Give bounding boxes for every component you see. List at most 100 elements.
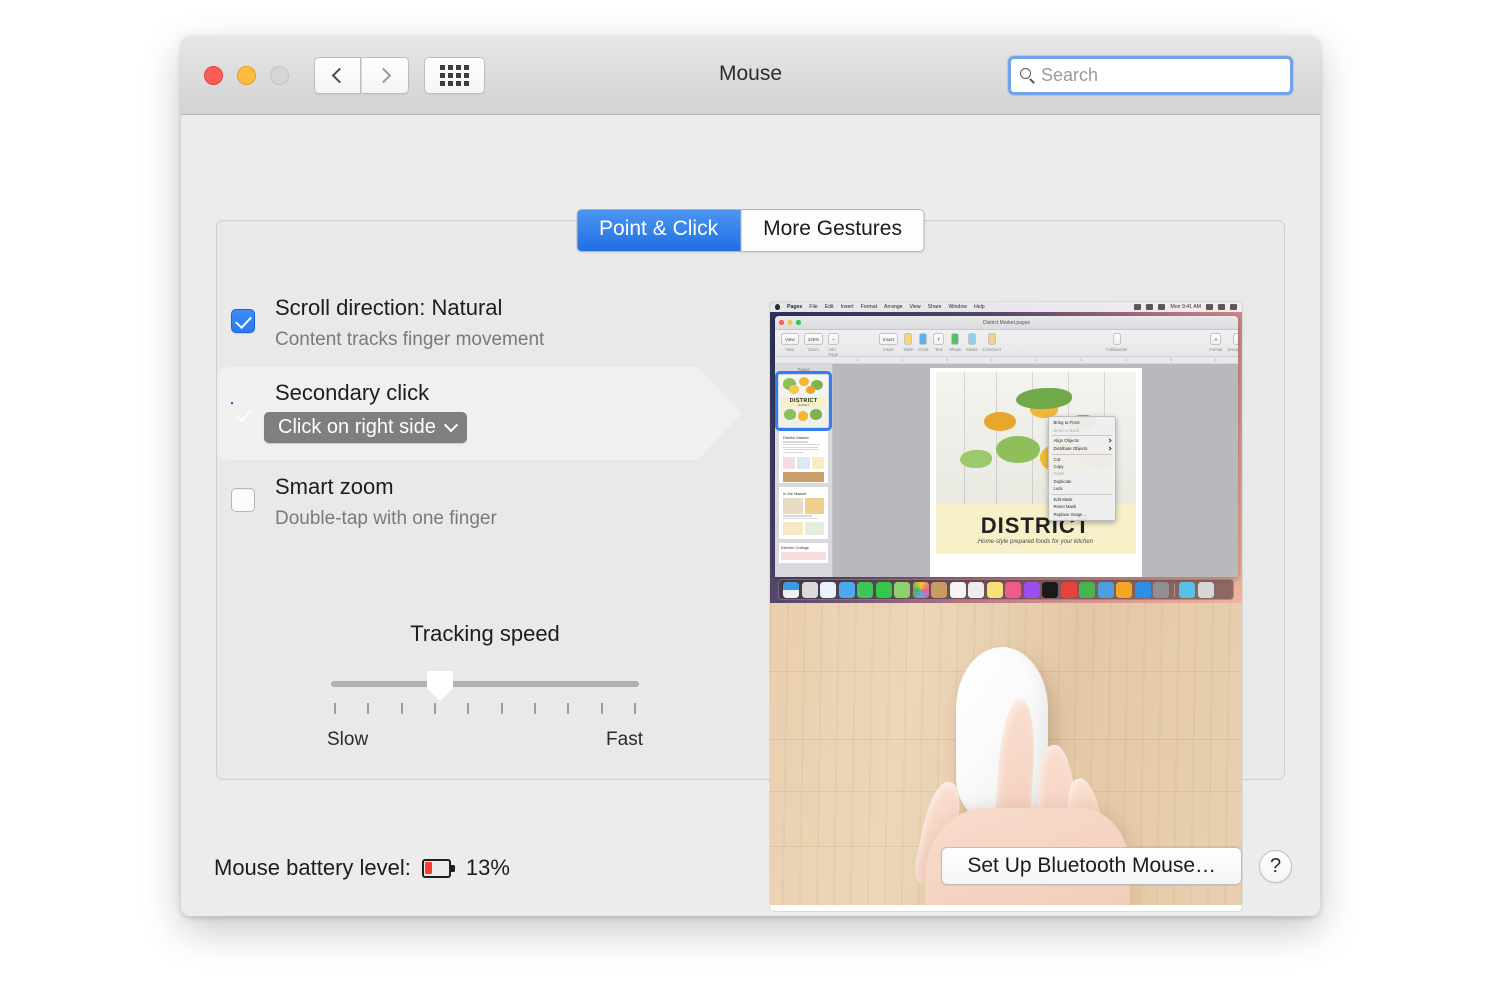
scroll-direction-checkbox[interactable] bbox=[231, 309, 255, 333]
option-title: Scroll direction: Natural bbox=[275, 295, 503, 320]
pages-document-button[interactable] bbox=[1233, 333, 1238, 345]
menu-item-duplicate[interactable]: Duplicate bbox=[1049, 478, 1115, 485]
pages-collaborate-button[interactable] bbox=[1112, 333, 1121, 345]
tracking-speed-slider[interactable] bbox=[325, 669, 645, 715]
menubar-status-area: Mon 9:41 AM bbox=[1134, 304, 1237, 310]
pages-media-button[interactable] bbox=[967, 333, 976, 345]
option-scroll-direction[interactable]: Scroll direction: Natural Content tracks… bbox=[217, 281, 757, 367]
appletv-icon[interactable] bbox=[1042, 581, 1058, 598]
downloads-icon[interactable] bbox=[1179, 581, 1195, 598]
battery-percent: 13% bbox=[465, 855, 510, 880]
option-secondary-click[interactable]: Secondary click Click on right side bbox=[217, 367, 757, 460]
thumb-title: In the Market bbox=[783, 491, 807, 496]
pages-toolbar: View View 125% Zoom + Add Page Insert In… bbox=[775, 330, 1238, 357]
pages-insert-button[interactable]: Insert bbox=[878, 333, 899, 345]
pages-table-button[interactable] bbox=[904, 333, 913, 345]
keynote-icon[interactable] bbox=[1097, 581, 1114, 598]
menu-item-edit-mask[interactable]: Edit Mask bbox=[1049, 496, 1115, 503]
pages-thumbnail-sidebar[interactable]: Pages DISTRICT MARKET District Market In… bbox=[775, 364, 833, 577]
messages-icon[interactable] bbox=[875, 581, 892, 598]
pages-chart-button[interactable] bbox=[919, 333, 928, 345]
secondary-click-checkbox[interactable] bbox=[231, 402, 233, 404]
pages-format-button[interactable]: A bbox=[1210, 333, 1222, 345]
menu-item-replace-image[interactable]: Replace Image… bbox=[1049, 511, 1115, 518]
itunes-icon[interactable] bbox=[1005, 581, 1021, 598]
system-preferences-icon[interactable] bbox=[1153, 581, 1169, 598]
pages-media-label: Media bbox=[966, 346, 978, 352]
page-thumbnail-4[interactable]: Kitchen Collage bbox=[779, 543, 828, 563]
pages-comment-label: Comment bbox=[982, 346, 1001, 352]
mail-icon[interactable] bbox=[838, 581, 855, 598]
pages-insert-label: Insert bbox=[883, 346, 894, 352]
photos-icon[interactable] bbox=[912, 581, 929, 598]
menu-item-send-to-back: Send to Back bbox=[1053, 427, 1080, 433]
pages-zoom-button[interactable]: 125% bbox=[803, 333, 824, 345]
menu-item-cut[interactable]: Cut bbox=[1049, 456, 1115, 463]
tab-bar: Point & Click More Gestures bbox=[576, 209, 925, 253]
window-body: Point & Click More Gestures Scroll direc… bbox=[181, 115, 1320, 916]
settings-panel: Scroll direction: Natural Content tracks… bbox=[216, 220, 1285, 911]
page-thumbnail-3[interactable]: In the Market bbox=[779, 487, 828, 539]
finder-icon[interactable] bbox=[783, 581, 799, 598]
menu-item-reset-mask[interactable]: Reset Mask bbox=[1049, 503, 1115, 510]
menu-item-insert: Insert bbox=[840, 304, 854, 310]
pages-shape-button[interactable] bbox=[951, 333, 960, 345]
menu-item-edit: Edit bbox=[824, 304, 834, 310]
slider-min-label: Slow bbox=[327, 729, 369, 750]
maps-icon[interactable] bbox=[894, 581, 910, 598]
facetime-icon[interactable] bbox=[857, 581, 873, 598]
menubar-clock: Mon 9:41 AM bbox=[1170, 304, 1201, 310]
pages-text-button[interactable]: T bbox=[933, 333, 945, 345]
pages-view-button[interactable]: View bbox=[781, 333, 799, 345]
macos-screen-recording: Pages File Edit Insert Format Arrange Vi… bbox=[770, 302, 1242, 603]
search-input[interactable] bbox=[1041, 65, 1266, 86]
search-field[interactable] bbox=[1008, 56, 1293, 95]
slider-track[interactable] bbox=[331, 681, 639, 687]
tab-more-gestures[interactable]: More Gestures bbox=[740, 210, 924, 252]
secondary-click-popup-button[interactable]: Click on right side bbox=[264, 412, 467, 443]
tracking-speed-control: Tracking speed Slow Fast bbox=[325, 621, 645, 751]
menu-item-distribute-objects[interactable]: Distribute Objects bbox=[1049, 445, 1115, 452]
pages-sidebar-header: Pages bbox=[797, 367, 810, 372]
help-button[interactable]: ? bbox=[1259, 849, 1292, 883]
smart-zoom-checkbox[interactable] bbox=[231, 488, 255, 512]
pages-comment-button[interactable] bbox=[987, 333, 996, 345]
safari-icon[interactable] bbox=[820, 581, 836, 598]
pages-document-label: Document bbox=[1227, 346, 1238, 352]
page-thumbnail-2[interactable]: District Market bbox=[779, 431, 828, 483]
menu-item-window: Window bbox=[948, 304, 967, 310]
document-subtitle: Home-style prepared foods for your kitch… bbox=[977, 538, 1094, 545]
trash-icon[interactable] bbox=[1197, 581, 1214, 598]
wifi-icon bbox=[1134, 304, 1142, 310]
pages-add-page-button[interactable]: + bbox=[828, 333, 839, 345]
menu-item-align-objects[interactable]: Align Objects bbox=[1049, 437, 1115, 444]
mouse-preferences-window: Mouse Point & Click More Gestures Scroll… bbox=[181, 36, 1320, 916]
pages-icon[interactable] bbox=[1116, 581, 1132, 598]
dock-separator bbox=[1173, 582, 1175, 597]
menu-item-bring-to-front[interactable]: Bring to Front bbox=[1049, 419, 1115, 426]
set-up-bluetooth-mouse-button[interactable]: Set Up Bluetooth Mouse… bbox=[941, 847, 1242, 885]
app-store-blocked-icon[interactable] bbox=[1060, 581, 1077, 598]
pages-ruler: 210123456 bbox=[775, 357, 1238, 364]
podcasts-icon[interactable] bbox=[1023, 581, 1040, 598]
volume-icon bbox=[1146, 304, 1154, 310]
pages-document-canvas[interactable]: DISTRICT Home-style prepared foods for y… bbox=[833, 364, 1238, 577]
tab-point-and-click[interactable]: Point & Click bbox=[577, 210, 741, 252]
pages-collaborate-label: Collaborate bbox=[1105, 346, 1128, 352]
reminders-icon[interactable] bbox=[968, 581, 984, 598]
menu-item-lock[interactable]: Lock bbox=[1049, 485, 1115, 492]
macos-dock[interactable] bbox=[778, 579, 1234, 600]
context-menu[interactable]: Bring to Front Send to Back Align Object… bbox=[1047, 416, 1116, 521]
app-store-icon[interactable] bbox=[1134, 581, 1151, 598]
launchpad-icon[interactable] bbox=[801, 581, 818, 598]
notes-icon[interactable] bbox=[986, 581, 1003, 598]
menu-item-copy[interactable]: Copy bbox=[1049, 463, 1115, 470]
control-center-icon bbox=[1218, 304, 1225, 310]
calendar-icon[interactable] bbox=[949, 581, 966, 598]
page-thumbnail-1[interactable]: DISTRICT MARKET bbox=[775, 371, 832, 431]
option-smart-zoom[interactable]: Smart zoom Double-tap with one finger bbox=[217, 460, 757, 546]
numbers-icon[interactable] bbox=[1079, 581, 1095, 598]
slider-thumb[interactable] bbox=[427, 671, 453, 701]
contacts-icon[interactable] bbox=[931, 581, 947, 598]
menu-item-pages: Pages bbox=[787, 304, 803, 310]
